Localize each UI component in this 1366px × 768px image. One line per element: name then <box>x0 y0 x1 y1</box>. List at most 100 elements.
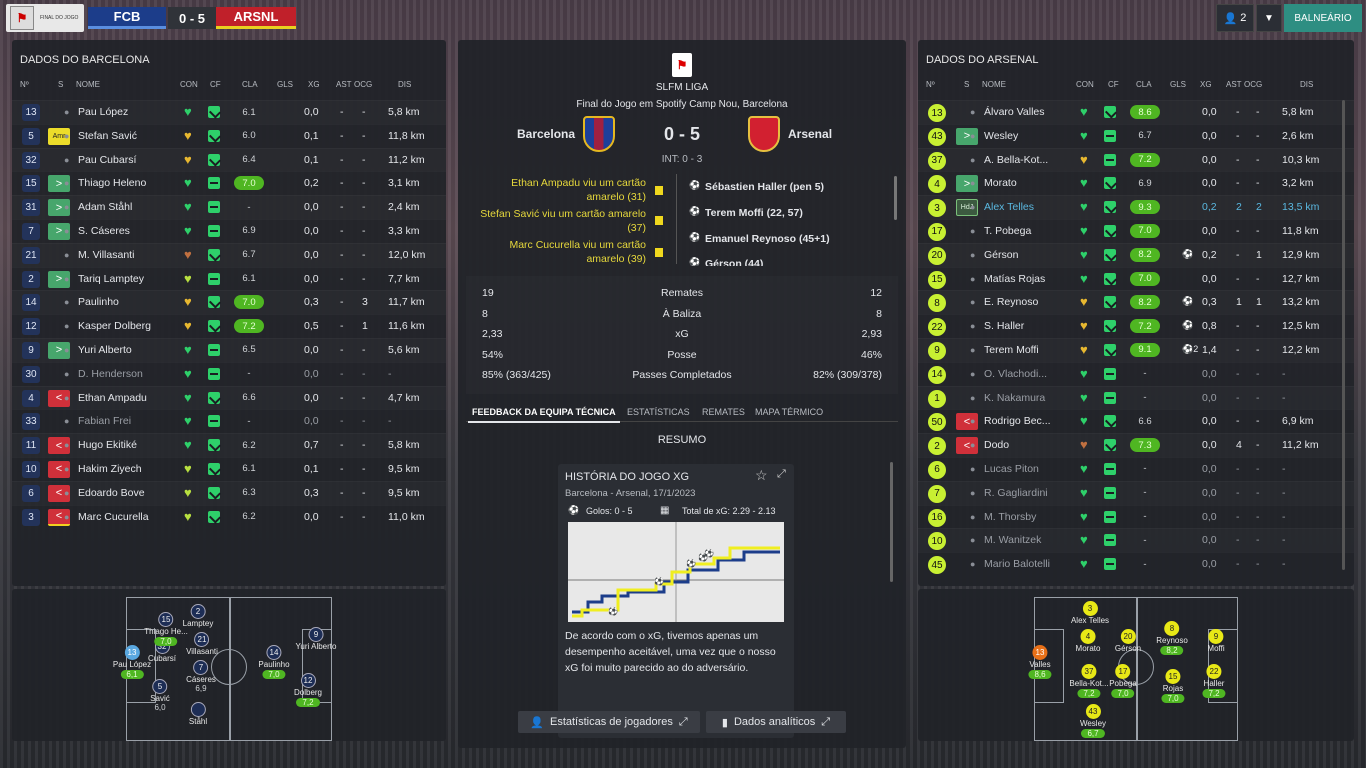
player-name[interactable]: Morato <box>984 177 1017 189</box>
player-row[interactable]: 21 ● M. Villasanti ♥ 6.7 0,0 - - 12,0 km <box>12 243 446 267</box>
tab-remates[interactable]: REMATES <box>702 407 745 417</box>
player-name[interactable]: Alex Telles <box>984 201 1034 213</box>
player-name[interactable]: Fabian Frei <box>78 415 131 427</box>
away-scrollbar[interactable] <box>1342 100 1345 570</box>
header-cf[interactable]: CF <box>1108 80 1119 89</box>
player-name[interactable]: Pau López <box>78 106 128 118</box>
player-name[interactable]: E. Reynoso <box>984 296 1038 308</box>
pitch-player[interactable]: 43 Wesley 6,7 <box>1080 704 1106 738</box>
header-s[interactable]: S <box>58 80 63 89</box>
star-icon[interactable]: ☆ <box>755 467 768 484</box>
player-name[interactable]: Marc Cucurella <box>78 511 149 523</box>
player-row[interactable]: 7 > ● S. Cáseres ♥ 6.9 0,0- -3,3 km <box>12 219 446 243</box>
tab-mapa-termico[interactable]: MAPA TÉRMICO <box>755 407 823 417</box>
player-name[interactable]: S. Cáseres <box>78 225 130 237</box>
player-row[interactable]: 14 ● Paulinho ♥ 7.0 0,3 - 3 11,7 km <box>12 290 446 314</box>
users-button[interactable]: 👤 2 <box>1216 4 1254 32</box>
player-row[interactable]: 6 < ● Edoardo Bove ♥ 6.3 0,3- -9,5 km <box>12 481 446 505</box>
player-row[interactable]: 22 ● S. Haller ♥ 7.2 ⚽ 0,8 - - 12,5 km <box>918 314 1354 338</box>
header-no[interactable]: Nº <box>20 80 29 89</box>
balneario-button[interactable]: BALNEÁRIO <box>1284 4 1362 32</box>
player-name[interactable]: Álvaro Valles <box>984 106 1045 118</box>
pitch-player[interactable]: 14 Paulinho 7,0 <box>258 645 290 679</box>
player-row[interactable]: 37 ● A. Bella-Kot... ♥ 7.2 0,0 - - 10,3 km <box>918 148 1354 172</box>
header-con[interactable]: CON <box>180 80 198 89</box>
expand-icon[interactable]: ⤢ <box>777 468 786 481</box>
player-name[interactable]: Lucas Piton <box>984 463 1039 475</box>
header-name[interactable]: NOME <box>76 80 100 89</box>
pitch-player[interactable]: 7 Cáseres 6,9 <box>186 660 216 693</box>
header-con[interactable]: CON <box>1076 80 1094 89</box>
player-name[interactable]: Kasper Dolberg <box>78 320 151 332</box>
player-name[interactable]: A. Bella-Kot... <box>984 154 1048 166</box>
player-row[interactable]: 13 ● Álvaro Valles ♥ 8.6 0,0 - - 5,8 km <box>918 100 1354 124</box>
player-name[interactable]: Thiago Heleno <box>78 177 146 189</box>
player-name[interactable]: S. Haller <box>984 320 1024 332</box>
player-row[interactable]: 15 > ● Thiago Heleno ♥ 7.0 0,2- -3,1 km <box>12 171 446 195</box>
player-row[interactable]: 15 ● Matías Rojas ♥ 7.0 0,0 - - 12,7 km <box>918 267 1354 291</box>
header-ocg[interactable]: OCG <box>1244 80 1262 89</box>
pitch-player[interactable]: 17 Pobega 7,0 <box>1109 664 1137 698</box>
header-cf[interactable]: CF <box>210 80 221 89</box>
player-row[interactable]: 2 < ● Dodo ♥ 7.3 0,0 4-11,2 km <box>918 433 1354 457</box>
player-row[interactable]: 12 ● Kasper Dolberg ♥ 7.2 0,5 - 1 11,6 km <box>12 314 446 338</box>
away-team-abbr[interactable]: ARSNL <box>216 7 296 29</box>
player-name[interactable]: D. Henderson <box>78 368 143 380</box>
player-row[interactable]: 4 < ● Ethan Ampadu ♥ 6.6 0,0- -4,7 km <box>12 386 446 410</box>
header-ocg[interactable]: OCG <box>354 80 372 89</box>
player-row[interactable]: 31 > ● Adam Ståhl ♥ -0,0- -2,4 km <box>12 195 446 219</box>
header-dis[interactable]: DIS <box>398 80 411 89</box>
player-name[interactable]: M. Thorsby <box>984 511 1036 523</box>
tab-feedback[interactable]: FEEDBACK DA EQUIPA TÉCNICA <box>472 407 616 417</box>
events-scrollbar[interactable] <box>894 176 897 220</box>
player-name[interactable]: O. Vlachodi... <box>984 368 1047 380</box>
header-s[interactable]: S <box>964 80 969 89</box>
player-row[interactable]: 43 > ● Wesley ♥ 6.7 0,0- -2,6 km <box>918 124 1354 148</box>
player-name[interactable]: Pau Cubarsí <box>78 154 136 166</box>
player-stats-button[interactable]: 👤 Estatísticas de jogadores ⤢ <box>518 711 700 733</box>
player-row[interactable]: 4 > ● Morato ♥ 6.9 0,0- -3,2 km <box>918 171 1354 195</box>
header-no[interactable]: Nº <box>926 80 935 89</box>
pitch-player[interactable]: 9 Yuri Alberto <box>296 627 336 651</box>
player-row[interactable]: 3 HdJ ● Alex Telles ♥ 9.3 0,2 2 2 13,5 km <box>918 195 1354 219</box>
player-name[interactable]: Tariq Lamptey <box>78 273 144 285</box>
player-name[interactable]: Edoardo Bove <box>78 487 145 499</box>
player-row[interactable]: 11 < ● Hugo Ekitiké ♥ 6.2 0,7- -5,8 km <box>12 433 446 457</box>
player-row[interactable]: 9 ● Terem Moffi ♥ 9.1 ⚽2 1,4 - - 12,2 km <box>918 338 1354 362</box>
pitch-player[interactable]: 21 Villasanti <box>186 632 218 656</box>
center-scrollbar[interactable] <box>890 462 893 582</box>
player-row[interactable]: 10 < ● Hakim Ziyech ♥ 6.1 0,1- -9,5 km <box>12 457 446 481</box>
player-row[interactable]: 9 > ● Yuri Alberto ♥ 6.5 0,0- -5,6 km <box>12 338 446 362</box>
pitch-player[interactable]: 9 Moffi <box>1207 629 1225 653</box>
player-row[interactable]: 45 ● Mario Balotelli ♥ - 0,0 - - - <box>918 552 1354 576</box>
header-xg[interactable]: XG <box>1200 80 1212 89</box>
player-row[interactable]: 3 < ● Marc Cucurella ♥ 6.2 0,0- -11,0 km <box>12 505 446 529</box>
player-row[interactable]: 13 ● Pau López ♥ 6.1 0,0 - - 5,8 km <box>12 100 446 124</box>
player-name[interactable]: Dodo <box>984 439 1009 451</box>
player-name[interactable]: Gérson <box>984 249 1018 261</box>
tab-estatisticas[interactable]: ESTATÍSTICAS <box>627 407 690 417</box>
header-ast[interactable]: AST <box>336 80 352 89</box>
player-name[interactable]: Adam Ståhl <box>78 201 132 213</box>
player-name[interactable]: Wesley <box>984 130 1018 142</box>
pitch-player[interactable]: 20 Gérson <box>1115 629 1141 653</box>
player-name[interactable]: Hakim Ziyech <box>78 463 142 475</box>
player-name[interactable]: M. Villasanti <box>78 249 134 261</box>
player-row[interactable]: 8 ● E. Reynoso ♥ 8.2 ⚽ 0,3 1 1 13,2 km <box>918 290 1354 314</box>
header-cla[interactable]: CLA <box>242 80 258 89</box>
pitch-player[interactable]: 22 Haller 7,2 <box>1202 664 1226 698</box>
player-name[interactable]: Mario Balotelli <box>984 558 1050 570</box>
player-name[interactable]: R. Gagliardini <box>984 487 1048 499</box>
player-row[interactable]: 6 ● Lucas Piton ♥ - 0,0 - - - <box>918 457 1354 481</box>
player-row[interactable]: 2 > ● Tariq Lamptey ♥ 6.1 0,0- -7,7 km <box>12 267 446 291</box>
chevron-down-icon[interactable]: ▼ <box>1256 4 1282 32</box>
pitch-player[interactable]: 12 Dolberg 7,2 <box>294 673 322 707</box>
analytics-button[interactable]: ▮ Dados analíticos ⤢ <box>706 711 846 733</box>
header-name[interactable]: NOME <box>982 80 1006 89</box>
player-row[interactable]: 20 ● Gérson ♥ 8.2 ⚽ 0,2 - 1 12,9 km <box>918 243 1354 267</box>
player-row[interactable]: 30 ● D. Henderson ♥ - 0,0 - - - <box>12 362 446 386</box>
pitch-player[interactable]: 3 Alex Telles <box>1071 601 1109 625</box>
player-name[interactable]: M. Wanitzek <box>984 534 1041 546</box>
player-name[interactable]: Ethan Ampadu <box>78 392 147 404</box>
pitch-player[interactable]: 8 Reynoso 8,2 <box>1156 621 1188 655</box>
